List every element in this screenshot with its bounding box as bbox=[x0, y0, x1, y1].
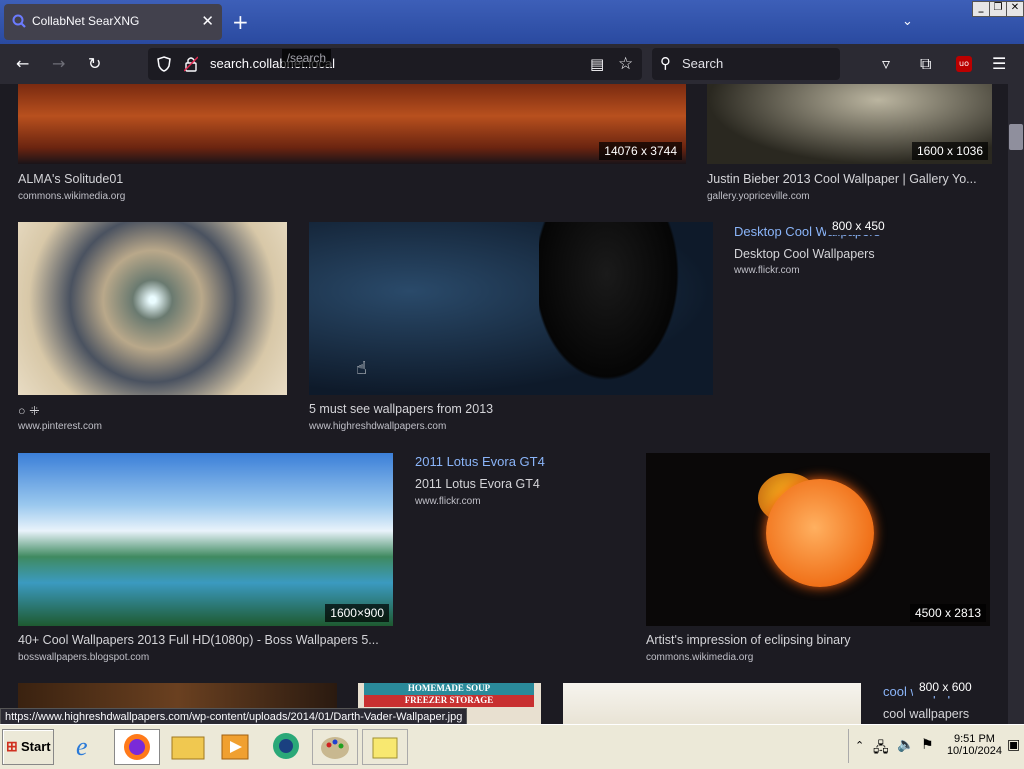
result-image-alma[interactable]: 14076 x 3744 bbox=[18, 84, 686, 164]
search-bar[interactable]: ⚲ Search bbox=[652, 48, 840, 80]
flag-icon[interactable]: ⚑ bbox=[921, 737, 934, 753]
result-image-darth-vader[interactable] bbox=[309, 222, 713, 395]
ie-icon[interactable]: e bbox=[66, 729, 110, 763]
result-title[interactable]: 5 must see wallpapers from 2013 bbox=[309, 402, 709, 416]
result-image-eclipse[interactable]: 4500 x 2813 bbox=[646, 453, 990, 626]
reload-icon[interactable]: ↻ bbox=[88, 54, 101, 73]
result-source: commons.wikimedia.org bbox=[646, 652, 754, 663]
clock-time: 9:51 PM bbox=[953, 733, 995, 745]
url-bar[interactable]: search.collabnet.local/search ▤ ☆ bbox=[148, 48, 642, 80]
result-source: www.flickr.com bbox=[734, 265, 800, 276]
search-icon: ⚲ bbox=[660, 54, 671, 72]
forward-arrow-icon[interactable]: → bbox=[52, 54, 65, 73]
windows-logo-icon: ⊞ bbox=[6, 738, 18, 754]
taskbar: ⊞ Start e ⌃ 🖧 🔈 ⚑ ▣ 9:51 PM 10/10/2024 bbox=[0, 724, 1024, 769]
close-tab-icon[interactable]: ✕ bbox=[201, 12, 214, 30]
url-text: search.collabnet.local/search bbox=[210, 49, 336, 71]
results-area: 14076 x 3744 ALMA's Solitude01 commons.w… bbox=[0, 84, 1008, 724]
paint-icon[interactable] bbox=[312, 729, 358, 765]
notes-icon[interactable] bbox=[362, 729, 408, 765]
result-title[interactable]: cool wallpapers bbox=[883, 707, 1003, 721]
scrollbar-thumb[interactable] bbox=[1009, 124, 1023, 150]
menu-icon[interactable]: ☰ bbox=[992, 54, 1006, 73]
result-title[interactable]: Justin Bieber 2013 Cool Wallpaper | Gall… bbox=[707, 172, 992, 186]
soup-line2: FREEZER STORAGE bbox=[364, 695, 534, 707]
reader-view-icon[interactable]: ▤ bbox=[590, 55, 604, 73]
result-title[interactable]: 2011 Lotus Evora GT4 bbox=[415, 477, 635, 491]
folder-icon[interactable] bbox=[166, 729, 210, 763]
tab-title: CollabNet SearXNG bbox=[32, 14, 140, 28]
volume-icon[interactable]: 🔈 bbox=[897, 737, 914, 753]
svg-text:e: e bbox=[76, 732, 88, 761]
search-input[interactable]: Search bbox=[682, 56, 723, 71]
start-button[interactable]: ⊞ Start bbox=[2, 729, 54, 765]
chat-icon[interactable] bbox=[264, 729, 308, 763]
nav-toolbar: ← → ↻ search.collabnet.local/search ▤ ☆ … bbox=[0, 44, 1024, 84]
show-hidden-icons[interactable]: ⌃ bbox=[855, 739, 864, 752]
searxng-icon bbox=[12, 14, 26, 28]
extensions-icon[interactable]: ⧉ bbox=[920, 54, 931, 74]
close-window-icon[interactable]: ✕ bbox=[1006, 1, 1024, 17]
shield-icon[interactable] bbox=[156, 56, 172, 72]
result-title[interactable]: ○ ꔰ bbox=[18, 404, 278, 419]
result-source: www.flickr.com bbox=[415, 496, 481, 507]
result-title[interactable]: Artist's impression of eclipsing binary bbox=[646, 633, 990, 647]
dims-badge: 800 x 600 bbox=[913, 678, 978, 696]
new-tab-icon[interactable]: + bbox=[232, 10, 249, 34]
soup-line1: HOMEMADE SOUP bbox=[364, 683, 534, 695]
result-title[interactable]: ALMA's Solitude01 bbox=[18, 172, 678, 186]
result-image-cool[interactable] bbox=[563, 683, 861, 724]
bookmark-star-icon[interactable]: ☆ bbox=[618, 54, 633, 74]
result-source: www.highreshdwallpapers.com bbox=[309, 421, 447, 432]
network-icon[interactable]: 🖧 bbox=[873, 737, 889, 761]
start-label: Start bbox=[21, 739, 51, 754]
clock-date: 10/10/2024 bbox=[946, 745, 1002, 757]
result-source: bosswallpapers.blogspot.com bbox=[18, 652, 150, 663]
vader-silhouette bbox=[539, 222, 689, 395]
tab-active[interactable]: CollabNet SearXNG ✕ bbox=[4, 4, 222, 40]
desktop-icon[interactable]: ▣ bbox=[1007, 737, 1020, 753]
clock[interactable]: 9:51 PM 10/10/2024 bbox=[947, 733, 1002, 757]
result-link[interactable]: 2011 Lotus Evora GT4 bbox=[415, 454, 545, 469]
star-large bbox=[766, 479, 874, 587]
result-title[interactable]: 40+ Cool Wallpapers 2013 Full HD(1080p) … bbox=[18, 633, 398, 647]
pocket-icon[interactable]: ▿ bbox=[882, 54, 890, 73]
minimize-icon[interactable]: _ bbox=[972, 1, 990, 17]
media-player-icon[interactable] bbox=[214, 729, 258, 763]
scrollbar[interactable] bbox=[1008, 84, 1024, 724]
hand-cursor-icon: ☝ bbox=[356, 358, 367, 379]
result-image-bieber[interactable]: 1600 x 1036 bbox=[707, 84, 992, 164]
firefox-icon[interactable] bbox=[114, 729, 160, 765]
back-arrow-icon[interactable]: ← bbox=[16, 54, 29, 73]
dims-badge: 800 x 450 bbox=[826, 217, 891, 235]
result-source: gallery.yopriceville.com bbox=[707, 191, 810, 202]
result-title[interactable]: Desktop Cool Wallpapers bbox=[734, 247, 994, 261]
result-image-landscape[interactable]: 1600×900 bbox=[18, 453, 393, 626]
restore-icon[interactable]: ❐ bbox=[989, 1, 1007, 17]
lock-icon[interactable] bbox=[184, 56, 198, 72]
chevron-down-icon[interactable]: ⌄ bbox=[902, 14, 913, 29]
tab-strip: CollabNet SearXNG ✕ + ⌄ _ ❐ ✕ bbox=[0, 0, 1024, 44]
result-source: commons.wikimedia.org bbox=[18, 191, 126, 202]
ublock-icon[interactable]: uo bbox=[956, 56, 972, 72]
result-image-eye[interactable] bbox=[18, 222, 287, 395]
result-source: www.pinterest.com bbox=[18, 421, 102, 432]
